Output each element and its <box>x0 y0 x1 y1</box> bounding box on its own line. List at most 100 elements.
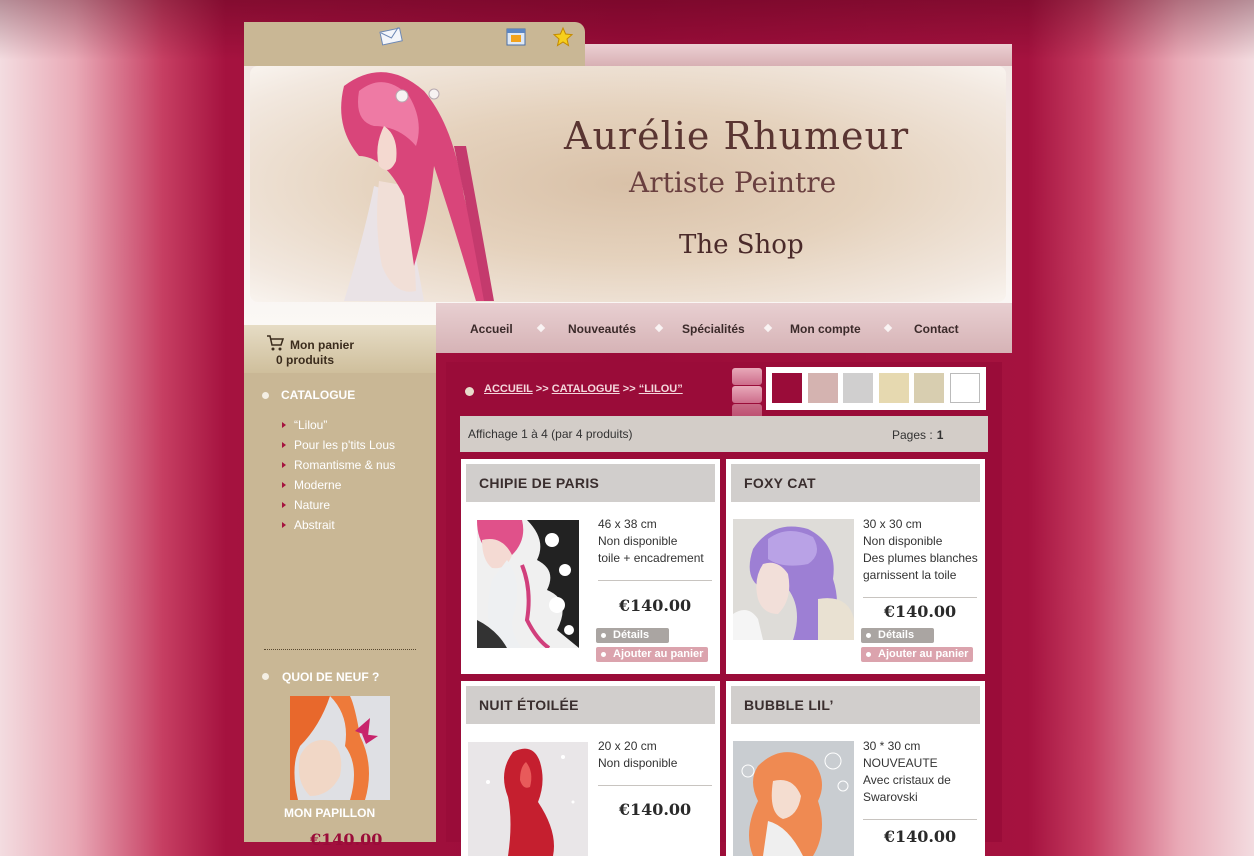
category-label: “Lilou” <box>294 418 328 432</box>
banner-artist-name: Aurélie Rhumeur <box>564 114 910 158</box>
calendar-icon[interactable] <box>505 26 527 48</box>
category-label: Abstrait <box>294 518 335 532</box>
category-item[interactable]: Nature <box>282 495 395 515</box>
product-title[interactable]: BUBBLE LIL’ <box>744 697 834 713</box>
details-button[interactable]: Détails <box>596 628 669 643</box>
email-icon[interactable] <box>378 26 403 48</box>
product-card: FOXY CAT 30 x 30 cm Non disponible Des p… <box>726 459 985 674</box>
page-container: Aurélie Rhumeur Artiste Peintre The Shop… <box>244 22 1012 856</box>
menu-item-accueil[interactable]: Accueil <box>470 322 513 336</box>
product-detail-line: Avec cristaux de <box>863 773 951 787</box>
menu-item-contact[interactable]: Contact <box>914 322 959 336</box>
product-header: FOXY CAT <box>731 464 980 502</box>
category-item[interactable]: “Lilou” <box>282 415 395 435</box>
listing-summary: Affichage 1 à 4 (par 4 produits) <box>468 427 633 441</box>
cart-title: Mon panier <box>290 338 355 352</box>
add-to-cart-button[interactable]: Ajouter au panier <box>861 647 973 662</box>
news-product-price: €140.00 <box>310 830 383 849</box>
product-price: €140.00 <box>883 602 957 621</box>
category-item[interactable]: Abstrait <box>282 515 395 535</box>
news-product-image[interactable] <box>290 696 390 800</box>
menu-separator-icon <box>883 323 893 333</box>
top-decor-strip <box>585 44 1012 66</box>
product-title[interactable]: NUIT ÉTOILÉE <box>479 697 579 713</box>
product-card: CHIPIE DE PARIS 46 x 38 cm Non disponibl… <box>461 459 720 674</box>
pagination: Pages : 1 <box>892 428 943 442</box>
color-swatch[interactable] <box>879 373 909 403</box>
color-swatch[interactable] <box>808 373 838 403</box>
menu-item-nouveautes[interactable]: Nouveautés <box>568 322 636 336</box>
menu-item-specialites[interactable]: Spécialités <box>682 322 745 336</box>
arrow-right-icon <box>282 442 286 448</box>
product-image[interactable] <box>477 520 579 648</box>
color-swatch[interactable] <box>914 373 944 403</box>
category-label: Romantisme & nus <box>294 458 396 472</box>
product-detail-line: 20 x 20 cm <box>598 739 657 753</box>
cart-box[interactable]: Mon panier 0 produits <box>244 325 436 373</box>
style-option[interactable] <box>732 368 762 385</box>
style-option[interactable] <box>732 386 762 403</box>
menu-separator-icon <box>763 323 773 333</box>
menu-separator-icon <box>536 323 546 333</box>
product-detail-line: toile + encadrement <box>598 551 704 565</box>
category-label: Pour les p'tits Lous <box>294 438 396 452</box>
bullet-icon <box>262 673 269 680</box>
breadcrumb-catalogue[interactable]: CATALOGUE <box>552 383 620 395</box>
product-description: 20 x 20 cm Non disponible <box>598 738 718 772</box>
product-detail-line: 30 x 30 cm <box>863 517 922 531</box>
add-to-cart-button[interactable]: Ajouter au panier <box>596 647 708 662</box>
bullet-icon <box>465 387 474 396</box>
banner-shop-label: The Shop <box>679 230 804 260</box>
product-image[interactable] <box>468 742 588 856</box>
main-menu: Accueil Nouveautés Spécialités Mon compt… <box>436 303 1012 353</box>
bullet-icon <box>262 392 269 399</box>
main-content: ACCUEIL >> CATALOGUE >> “LILOU” Affichag… <box>446 362 1002 856</box>
product-image[interactable] <box>733 741 854 856</box>
color-swatch[interactable] <box>772 373 802 403</box>
color-swatch[interactable] <box>950 373 980 403</box>
product-detail-line: Non disponible <box>598 756 678 770</box>
category-item[interactable]: Romantisme & nus <box>282 455 395 475</box>
breadcrumb-separator: >> <box>622 383 636 395</box>
banner-subtitle: Artiste Peintre <box>629 166 837 199</box>
product-title[interactable]: CHIPIE DE PARIS <box>479 475 599 491</box>
arrow-right-icon <box>282 522 286 528</box>
product-description: 30 * 30 cm NOUVEAUTE Avec cristaux de Sw… <box>863 738 983 806</box>
category-label: Moderne <box>294 478 342 492</box>
product-detail-line: Des plumes blanches <box>863 551 978 565</box>
product-detail-line: garnissent la toile <box>863 568 957 582</box>
product-price: €140.00 <box>618 800 692 819</box>
product-price: €140.00 <box>618 596 692 615</box>
product-image[interactable] <box>733 519 854 640</box>
product-detail-line: Non disponible <box>863 534 943 548</box>
product-header: BUBBLE LIL’ <box>731 686 980 724</box>
breadcrumb-current[interactable]: “LILOU” <box>639 383 683 395</box>
color-swatch[interactable] <box>843 373 873 403</box>
breadcrumb: ACCUEIL >> CATALOGUE >> “LILOU” <box>484 383 683 395</box>
category-list: “Lilou” Pour les p'tits Lous Romantisme … <box>282 415 395 535</box>
painted-girl-illustration <box>341 72 494 302</box>
menu-separator-icon <box>654 323 664 333</box>
arrow-right-icon <box>282 482 286 488</box>
catalogue-title: CATALOGUE <box>281 388 356 402</box>
arrow-right-icon <box>282 422 286 428</box>
menu-item-mon-compte[interactable]: Mon compte <box>790 322 861 336</box>
product-detail-line: Non disponible <box>598 534 678 548</box>
top-icon-bar <box>244 22 585 66</box>
product-price: €140.00 <box>883 827 957 846</box>
cart-count: 0 produits <box>276 353 335 367</box>
product-description: 46 x 38 cm Non disponible toile + encadr… <box>598 516 718 567</box>
product-title[interactable]: FOXY CAT <box>744 475 816 491</box>
category-item[interactable]: Pour les p'tits Lous <box>282 435 395 455</box>
breadcrumb-separator: >> <box>535 383 549 395</box>
news-product-name[interactable]: MON PAPILLON <box>284 806 375 820</box>
pages-label: Pages : <box>892 428 933 442</box>
header-banner: Aurélie Rhumeur Artiste Peintre The Shop <box>244 66 1012 326</box>
product-description: 30 x 30 cm Non disponible Des plumes bla… <box>863 516 983 584</box>
breadcrumb-home[interactable]: ACCUEIL <box>484 383 533 395</box>
news-title: QUOI DE NEUF ? <box>282 670 380 684</box>
favorite-star-icon[interactable] <box>552 26 574 48</box>
page-number[interactable]: 1 <box>937 428 944 442</box>
details-button[interactable]: Détails <box>861 628 934 643</box>
category-item[interactable]: Moderne <box>282 475 395 495</box>
